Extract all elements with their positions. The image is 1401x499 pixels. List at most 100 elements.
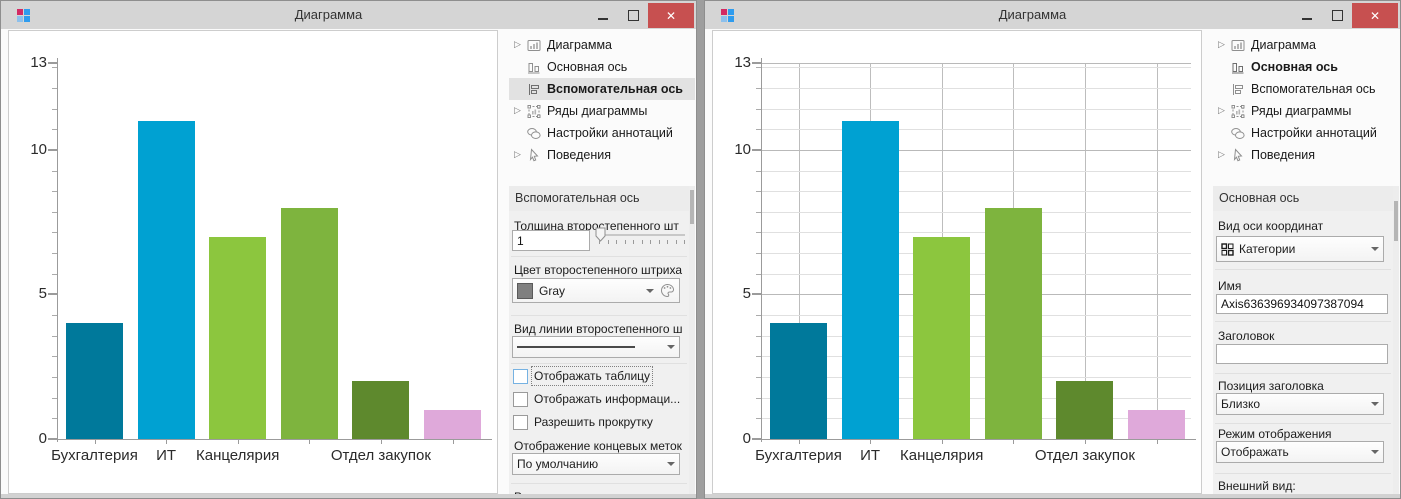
primary-axis-icon xyxy=(526,60,542,75)
tree-item-label: Диаграмма xyxy=(547,38,612,52)
combo-display-mode[interactable]: Отображать xyxy=(1216,441,1384,463)
checkbox-icon[interactable] xyxy=(513,369,528,384)
input-axis-name[interactable] xyxy=(1216,294,1388,314)
chevron-down-icon xyxy=(1371,247,1379,251)
bar[interactable] xyxy=(1128,410,1185,439)
props-scrollbar[interactable] xyxy=(689,186,695,494)
tree-item-series[interactable]: ▷ Ряды диаграммы xyxy=(509,100,695,122)
combo-axis-kind[interactable]: Категории xyxy=(1216,236,1384,262)
y-tick xyxy=(752,62,761,64)
chart-area[interactable]: 051013БухгалтерияИТКанцелярияОтдел закуп… xyxy=(712,30,1202,494)
tree-item-diagram[interactable]: ▷ Диаграмма xyxy=(1213,34,1399,56)
chevron-down-icon xyxy=(1371,402,1379,406)
category-tick xyxy=(166,440,167,444)
tree-item-primary-axis[interactable]: Основная ось xyxy=(1213,56,1399,78)
checkbox-show-table[interactable]: Отображать таблицу xyxy=(513,367,650,385)
y-minor-tick xyxy=(52,191,57,192)
expander-icon[interactable]: ▷ xyxy=(514,150,526,160)
titlebar[interactable]: Диаграмма ✕ xyxy=(705,1,1400,29)
expander-icon[interactable]: ▷ xyxy=(1218,150,1230,160)
gridline-minor xyxy=(762,191,1191,192)
combo-minor-line-style[interactable] xyxy=(512,336,680,358)
y-minor-tick xyxy=(756,171,761,172)
bar[interactable] xyxy=(352,381,409,439)
gridline-minor xyxy=(762,109,1191,110)
settings-panel: ▷ Диаграмма Основная ось Вспомогательная… xyxy=(509,30,695,494)
y-minor-tick xyxy=(756,274,761,275)
y-tick-label: 10 xyxy=(715,141,751,158)
expander-icon[interactable]: ▷ xyxy=(514,106,526,116)
tree-item-diagram[interactable]: ▷ Диаграмма xyxy=(509,34,695,56)
category-tick xyxy=(870,440,871,444)
titlebar[interactable]: Диаграмма ✕ xyxy=(1,1,696,29)
combo-value: Gray xyxy=(539,284,565,298)
minimize-button[interactable] xyxy=(1292,3,1322,28)
maximize-button[interactable] xyxy=(1322,3,1352,28)
props-panel: Толщина второстепенного шт Цвет второсте… xyxy=(509,211,689,494)
bar[interactable] xyxy=(66,323,123,439)
tree-item-secondary-axis[interactable]: Вспомогательная ось xyxy=(1213,78,1399,100)
slider-ticks xyxy=(599,240,685,244)
expander-icon[interactable]: ▷ xyxy=(1218,40,1230,50)
tree-item-behaviors[interactable]: ▷ Поведения xyxy=(509,144,695,166)
chevron-down-icon xyxy=(1371,450,1379,454)
scrollbar-thumb[interactable] xyxy=(1394,201,1398,241)
input-axis-title[interactable] xyxy=(1216,344,1388,364)
checkbox-icon[interactable] xyxy=(513,415,528,430)
maximize-button[interactable] xyxy=(618,3,648,28)
tree-item-annotations[interactable]: Настройки аннотаций xyxy=(509,122,695,144)
checkbox-icon[interactable] xyxy=(513,392,528,407)
props-scrollbar[interactable] xyxy=(1393,186,1399,494)
behaviors-icon xyxy=(1230,148,1246,163)
bar[interactable] xyxy=(281,208,338,439)
tree-item-label: Основная ось xyxy=(547,60,627,74)
desktop: { "colors": { "titlebar": "#d5d5d5", "cl… xyxy=(0,0,1401,499)
y-tick xyxy=(48,438,57,440)
chart-area[interactable]: 051013БухгалтерияИТКанцелярияОтдел закуп… xyxy=(8,30,498,494)
tree-item-label: Основная ось xyxy=(1251,60,1338,74)
expander-icon[interactable]: ▷ xyxy=(1218,106,1230,116)
y-minor-tick xyxy=(52,232,57,233)
tree-item-series[interactable]: ▷ Ряды диаграммы xyxy=(1213,100,1399,122)
close-button[interactable]: ✕ xyxy=(648,3,694,28)
label-title-position: Позиция заголовка xyxy=(1218,379,1324,393)
app-icon xyxy=(721,9,734,22)
bar[interactable] xyxy=(985,208,1042,439)
tree-item-label: Поведения xyxy=(547,148,611,162)
tree-item-behaviors[interactable]: ▷ Поведения xyxy=(1213,144,1399,166)
y-tick xyxy=(48,62,57,64)
annotations-icon xyxy=(526,126,542,141)
slider-minor-thickness[interactable] xyxy=(593,227,685,253)
checkbox-show-info[interactable]: Отображать информаци... xyxy=(513,390,680,408)
scrollbar-thumb[interactable] xyxy=(690,190,694,224)
combo-title-position[interactable]: Близко xyxy=(1216,393,1384,415)
category-label: Отдел закупок xyxy=(1025,447,1145,464)
series-icon xyxy=(1230,104,1246,119)
bar[interactable] xyxy=(770,323,827,439)
checkbox-allow-scroll[interactable]: Разрешить прокрутку xyxy=(513,413,653,431)
gridline-minor xyxy=(762,232,1191,233)
close-button[interactable]: ✕ xyxy=(1352,3,1398,28)
combo-end-labels-mode[interactable]: По умолчанию xyxy=(512,453,680,475)
color-swatch-gray xyxy=(517,283,533,299)
label-display-mode: Режим отображения xyxy=(1218,427,1332,441)
y-minor-tick xyxy=(756,336,761,337)
input-minor-thickness[interactable] xyxy=(512,230,590,251)
bar[interactable] xyxy=(209,237,266,439)
label-axis-kind: Вид оси координат xyxy=(1218,219,1323,233)
bar[interactable] xyxy=(424,410,481,439)
bar[interactable] xyxy=(1056,381,1113,439)
tree-item-annotations[interactable]: Настройки аннотаций xyxy=(1213,122,1399,144)
expander-icon[interactable]: ▷ xyxy=(514,40,526,50)
slider-track[interactable] xyxy=(601,234,685,236)
bar[interactable] xyxy=(842,121,899,439)
tree-item-secondary-axis[interactable]: Вспомогательная ось xyxy=(509,78,695,100)
y-minor-tick xyxy=(756,253,761,254)
combo-minor-color[interactable]: Gray xyxy=(512,278,680,303)
bar[interactable] xyxy=(913,237,970,439)
y-tick-label: 13 xyxy=(11,54,47,71)
tree-item-primary-axis[interactable]: Основная ось xyxy=(509,56,695,78)
minimize-button[interactable] xyxy=(588,3,618,28)
bar[interactable] xyxy=(138,121,195,439)
gridline-minor xyxy=(762,212,1191,213)
